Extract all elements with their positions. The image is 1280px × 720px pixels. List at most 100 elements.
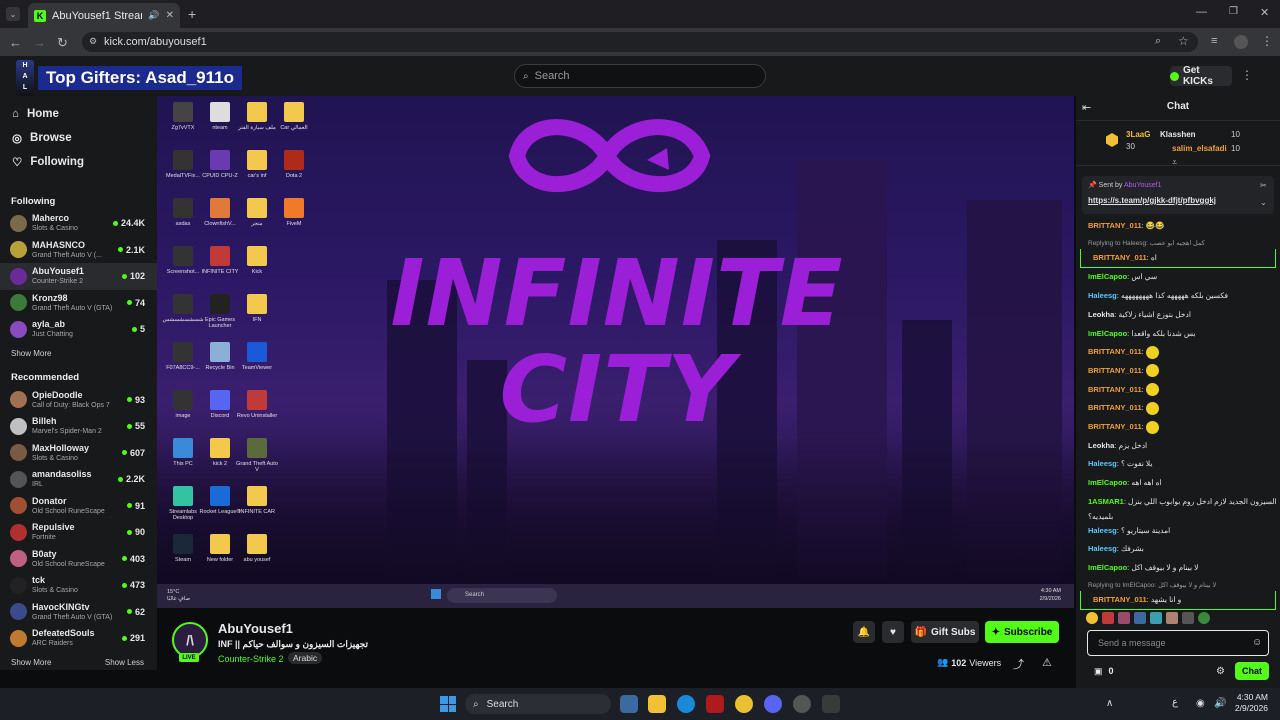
notify-button[interactable]: 🔔: [853, 621, 875, 643]
follow-button[interactable]: ♥: [882, 621, 904, 643]
close-tab-icon[interactable]: ✕: [166, 10, 174, 21]
desktop-icon[interactable]: Car العمالي: [271, 102, 317, 131]
nav-browse[interactable]: ◎ Browse: [0, 126, 157, 150]
pinned-link[interactable]: https://s.team/p/gjkk-dfjt/pfbvggkj: [1088, 196, 1216, 205]
site-search[interactable]: ⌕ Search: [514, 64, 766, 88]
unpin-icon[interactable]: ✂: [1260, 181, 1267, 190]
os-clock[interactable]: 4:30 AM 2/9/2026: [1226, 692, 1268, 714]
show-less-label[interactable]: Show Less: [105, 658, 144, 667]
browser-menu-icon[interactable]: ⋮: [1261, 34, 1273, 48]
chat-username[interactable]: BRITTANY_011: [1088, 385, 1142, 394]
windows-start-icon[interactable]: [440, 696, 456, 712]
task-view-icon[interactable]: [620, 695, 638, 713]
chat-username[interactable]: BRITTANY_011: [1088, 366, 1142, 375]
channel-following-item[interactable]: Maherco Slots & Casino 24.4K: [0, 210, 157, 237]
emote-icon[interactable]: [1150, 612, 1162, 624]
get-kicks-button[interactable]: Get KICKs: [1170, 65, 1232, 87]
forward-icon[interactable]: →: [33, 35, 46, 50]
desktop-icon[interactable]: abu yousef: [234, 534, 280, 563]
gift-subs-button[interactable]: 🎁 Gift Subs: [911, 621, 979, 643]
emote-icon[interactable]: [1198, 612, 1210, 624]
share-icon[interactable]: ⤴: [1013, 656, 1024, 672]
kicks-balance[interactable]: ▣ 0: [1094, 666, 1114, 677]
chat-username[interactable]: Leokha: [1088, 441, 1114, 450]
expand-leaderboard-icon[interactable]: ⩡: [1172, 157, 1177, 168]
emote-icon[interactable]: [1134, 612, 1146, 624]
channel-following-item[interactable]: ayla_ab Just Chatting 5: [0, 316, 157, 343]
app-icon[interactable]: [706, 695, 724, 713]
stream-tag[interactable]: Arabic: [288, 652, 323, 664]
following-show-more[interactable]: Show More: [0, 343, 157, 365]
chat-username[interactable]: BRITTANY_011: [1088, 422, 1142, 431]
emote-icon[interactable]: [1118, 612, 1130, 624]
channel-following-item[interactable]: MAHASNCO Grand Theft Auto V (... 2.1K: [0, 237, 157, 264]
chat-username[interactable]: Haleesg: [1088, 459, 1117, 468]
more-options-icon[interactable]: ⋮: [1241, 68, 1253, 82]
emoji-icon[interactable]: ☺: [1252, 637, 1262, 648]
chat-username[interactable]: BRITTANY_011: [1088, 347, 1142, 356]
channel-recommended-item[interactable]: tck Slots & Casino 473: [0, 572, 157, 599]
minimize-icon[interactable]: —: [1196, 6, 1207, 18]
reply-context[interactable]: Replying to Haleesg: كمل اهجيه ابو عصب: [1076, 236, 1280, 249]
emote-icon[interactable]: [1182, 612, 1194, 624]
chat-username[interactable]: Haleesg: [1088, 291, 1117, 300]
chat-input[interactable]: Send a message: [1087, 630, 1269, 656]
chat-username[interactable]: ImElCapoo: [1088, 563, 1127, 572]
reply-context[interactable]: Replying to ImElCapoo: لا بينام و لا بيو…: [1076, 578, 1280, 591]
bookmark-star-icon[interactable]: ☆: [1178, 34, 1189, 48]
chat-username[interactable]: Leokha: [1088, 310, 1114, 319]
zoom-icon[interactable]: ⌕: [1155, 35, 1161, 48]
site-info-icon[interactable]: ⚙: [89, 36, 97, 47]
emote-icon[interactable]: [1166, 612, 1178, 624]
chat-username[interactable]: BRITTANY_011: [1093, 253, 1147, 262]
desktop-icon[interactable]: Kick: [234, 246, 280, 275]
keyboard-language[interactable]: ع: [1172, 697, 1178, 708]
chat-username[interactable]: ImElCapoo: [1088, 272, 1127, 281]
chat-username[interactable]: BRITTANY_011: [1093, 595, 1147, 604]
desktop-icon[interactable]: TeamViewer: [234, 342, 280, 371]
reload-icon[interactable]: ↻: [57, 35, 68, 51]
channel-following-item[interactable]: AbuYousef1 Counter-Strike 2 102: [0, 263, 157, 290]
wifi-icon[interactable]: ◉: [1196, 698, 1205, 709]
desktop-icon[interactable]: FiveM: [271, 198, 317, 227]
chat-username[interactable]: ImElCapoo: [1088, 329, 1127, 338]
channel-recommended-item[interactable]: OpieDoodle Call of Duty: Black Ops 7 93: [0, 387, 157, 414]
chat-username[interactable]: BRITTANY_011: [1088, 221, 1142, 230]
video-player[interactable]: INFINITE CITY Zg7vVTX MedalTVFix... asdas S…: [157, 96, 1074, 608]
chat-username[interactable]: Haleesg: [1088, 544, 1117, 553]
nav-following[interactable]: ♡ Following: [0, 150, 157, 174]
channel-recommended-item[interactable]: MaxHolloway Slots & Casino 607: [0, 440, 157, 467]
desktop-icon[interactable]: IFN: [234, 294, 280, 323]
os-search-box[interactable]: ⌕ Search: [465, 694, 611, 714]
channel-recommended-item[interactable]: amandasoliss IRL 2.2K: [0, 466, 157, 493]
channel-recommended-item[interactable]: Billeh Marvel's Spider-Man 2 55: [0, 413, 157, 440]
app-icon[interactable]: [822, 695, 840, 713]
emote-icon[interactable]: [1086, 612, 1098, 624]
subscribe-button[interactable]: ✦ Subscribe: [985, 621, 1059, 643]
new-tab-icon[interactable]: +: [188, 6, 196, 22]
chat-username[interactable]: Haleesg: [1088, 526, 1117, 535]
chat-username[interactable]: BRITTANY_011: [1088, 403, 1142, 412]
desktop-icon[interactable]: Grand Theft Auto V: [234, 438, 280, 473]
speaker-icon[interactable]: 🔊: [148, 10, 159, 21]
volume-icon[interactable]: 🔊: [1214, 698, 1226, 709]
back-icon[interactable]: ←: [9, 35, 22, 50]
chat-settings-icon[interactable]: ⚙: [1216, 666, 1225, 677]
channel-recommended-item[interactable]: HavocKINGtv Grand Theft Auto V (GTA) 62: [0, 599, 157, 626]
address-bar[interactable]: ⚙ kick.com/abuyousef1 ⌕ ☆: [82, 32, 1198, 52]
chat-username[interactable]: 1ASMAR1: [1088, 497, 1124, 506]
chat-username[interactable]: ImElCapoo: [1088, 478, 1127, 487]
maximize-icon[interactable]: ❐: [1229, 6, 1238, 17]
window-close-icon[interactable]: ✕: [1260, 6, 1269, 19]
channel-recommended-item[interactable]: DefeatedSouls ARC Raiders 291: [0, 625, 157, 652]
report-icon[interactable]: ⚠: [1042, 656, 1052, 669]
chrome-icon[interactable]: [735, 695, 753, 713]
browser-tab[interactable]: K AbuYousef1 Stream - Watc 🔊 ✕: [28, 3, 180, 28]
desktop-icon[interactable]: Revo Uninstaller: [234, 390, 280, 419]
show-more-label[interactable]: Show More: [11, 349, 51, 358]
channel-recommended-item[interactable]: Donator Old School RuneScape 91: [0, 493, 157, 520]
profile-avatar[interactable]: [1234, 35, 1248, 49]
tray-chevron-icon[interactable]: ∧: [1106, 698, 1113, 709]
send-chat-button[interactable]: Chat: [1235, 662, 1269, 680]
expand-pinned-icon[interactable]: ⌄: [1260, 198, 1267, 207]
